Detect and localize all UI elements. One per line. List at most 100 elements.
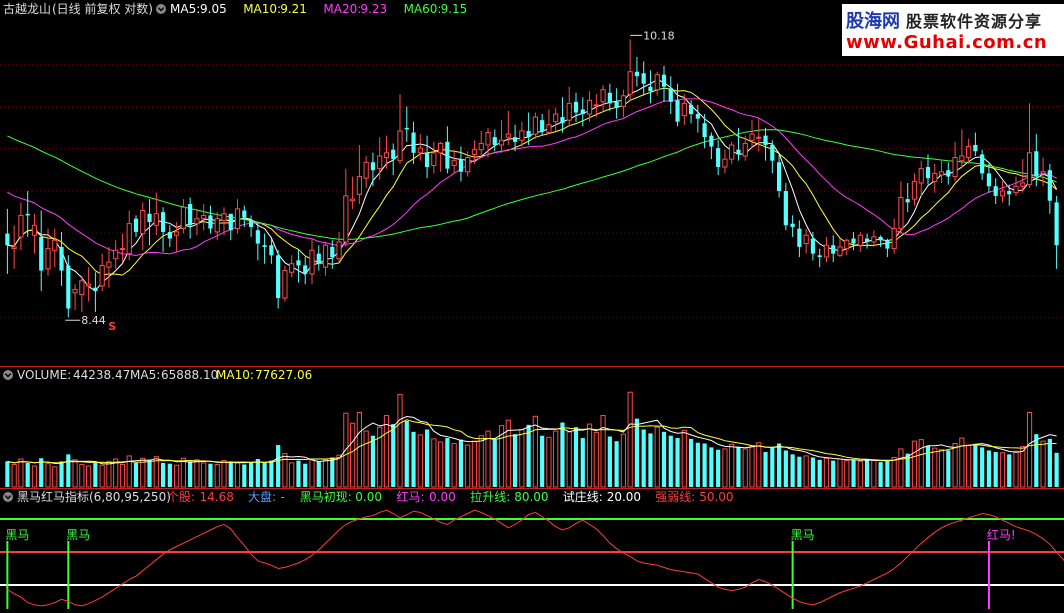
candle-body-up (377, 155, 383, 170)
volume-bar-down (763, 452, 768, 487)
indicator-legend-value: 80.00 (514, 490, 548, 504)
volume-bar-down (370, 435, 376, 487)
volume-bar-down (512, 434, 518, 487)
candle-body-up (593, 104, 599, 107)
candlestick (282, 265, 288, 302)
watermark-subtitle: 股票软件资源分享 (906, 12, 1043, 31)
candle-body-down (776, 162, 782, 192)
period-label: (日线 前复权 对数) (52, 1, 153, 16)
candle-body-up (126, 223, 132, 255)
candle-body-up (553, 113, 559, 123)
volume-collapse-icon[interactable] (3, 370, 13, 380)
candle-body-down (946, 170, 951, 177)
watermark-brand: 股海网 (846, 11, 900, 32)
candle-body-down (1034, 151, 1039, 177)
candle-body-up (99, 264, 105, 287)
candle-body-up (999, 190, 1006, 197)
indicator-legend-label: 黑马初现: (300, 490, 352, 504)
candle-body-down (424, 152, 430, 168)
candle-body-up (18, 214, 24, 238)
candle-body-up (857, 234, 863, 246)
volume-title: VOLUME: (17, 368, 71, 382)
candle-body-up (1013, 185, 1019, 194)
volume-panel-header: VOLUME: 44238.47 MA5: 65888.10 MA10: 776… (3, 368, 312, 382)
candle-body-up (52, 239, 58, 251)
candle-body-up (742, 142, 748, 157)
ma-legend-item: MA20: (323, 2, 361, 16)
candle-body-up (478, 142, 484, 151)
candle-body-up (803, 234, 809, 245)
stock-name: 古越龙山 (3, 1, 51, 16)
ma-legend-value: 9.23 (360, 2, 387, 16)
candle-body-down (160, 212, 166, 232)
volume-bar-down (160, 462, 166, 487)
candle-body-up (729, 144, 735, 160)
candle-body-down (763, 135, 768, 145)
candle-body-up (654, 74, 660, 91)
volume-bar-down (634, 418, 640, 487)
candle-body-up (918, 168, 924, 184)
candle-body-down (458, 159, 464, 172)
candle-body-up (174, 231, 180, 236)
candle-body-down (540, 120, 545, 131)
volume-bar-down (668, 435, 673, 487)
volume-bar-down (776, 443, 782, 487)
candle-body-down (242, 210, 247, 218)
indicator-legend-label: 红马: (397, 489, 425, 504)
candle-body-up (1026, 152, 1033, 186)
candle-body-down (208, 215, 213, 229)
candle-body-up (952, 157, 958, 178)
candle-body-up (363, 161, 369, 179)
ma-collapse-icon[interactable] (156, 4, 166, 14)
candle-body-down (133, 218, 139, 232)
candle-body-up (844, 239, 850, 250)
volume-bar-down (573, 427, 579, 487)
candle-body-down (303, 265, 308, 274)
candle-body-up (356, 176, 362, 195)
candle-body-down (1047, 170, 1052, 201)
volume-bar-down (404, 420, 409, 487)
ma-legend-item: MA60: (404, 2, 442, 16)
indicator-collapse-icon[interactable] (3, 492, 13, 502)
candle-body-up (749, 133, 755, 141)
candle-body-up (586, 99, 593, 115)
volume-bar-down (269, 460, 274, 487)
candle-body-down (986, 173, 992, 187)
volume-bar-down (864, 459, 870, 487)
volume-bar-down (831, 460, 836, 487)
candle-body-down (925, 167, 931, 179)
candle-body-down (770, 144, 775, 161)
signal-marker-label: 红马! (987, 527, 1016, 542)
candle-body-up (498, 139, 505, 146)
candle-body-down (851, 238, 856, 244)
signal-marker-label: 黑马 (791, 528, 815, 542)
ma-legend-value: 9.21 (280, 2, 307, 16)
candle-body-down (573, 101, 579, 113)
candle-body-down (262, 245, 267, 247)
candle-body-up (397, 130, 403, 162)
candle-body-down (370, 162, 376, 171)
candle-body-down (736, 149, 741, 155)
candle-body-down (695, 114, 700, 119)
volume-bar-down (133, 462, 139, 487)
indicator-legend-label: 个股: (167, 490, 195, 504)
volume-bar-down (614, 441, 619, 487)
candle-body-down (5, 233, 10, 246)
candle-body-up (282, 270, 288, 299)
candle-body-down (411, 132, 416, 153)
volume-bar-down (330, 457, 335, 487)
candle-body-up (722, 158, 728, 168)
volume-bar-down (391, 424, 396, 487)
volume-bar-down (1007, 454, 1012, 487)
candle-body-down (316, 253, 321, 264)
candle-body-up (566, 102, 572, 121)
ma-legend-value: 9.05 (200, 2, 227, 16)
volume-bar-down (560, 422, 565, 487)
candle-body-down (560, 117, 565, 124)
indicator-legend-value: 0.00 (429, 490, 456, 504)
watermark-url: www.Guhai.com.cn (846, 32, 1048, 53)
chart-canvas[interactable]: 古越龙山 (日线 前复权 对数) MA5: 9.05 MA10: 9.21 MA20: 9… (0, 0, 1064, 609)
volume-bar-down (296, 460, 301, 487)
candle-body-up (86, 283, 92, 287)
candle-body-down (25, 213, 30, 216)
